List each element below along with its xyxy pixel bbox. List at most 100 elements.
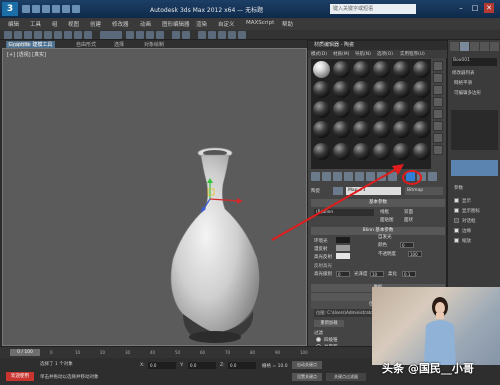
modifier-turbosmooth[interactable]: 网格平滑 xyxy=(454,80,472,86)
modifier-list-dropdown[interactable]: 修改器列表 xyxy=(452,70,475,76)
sample-type-icon[interactable] xyxy=(433,61,443,71)
get-material-icon[interactable] xyxy=(311,172,320,181)
move-icon[interactable] xyxy=(64,31,72,39)
ambient-swatch[interactable] xyxy=(336,237,350,243)
sample-slot[interactable] xyxy=(313,81,330,98)
menu-create[interactable]: 创建 xyxy=(90,20,101,28)
sample-slot[interactable] xyxy=(413,81,430,98)
sample-slot[interactable] xyxy=(333,61,350,78)
menu-graph-editors[interactable]: 图形编辑器 xyxy=(162,20,190,28)
maximize-button[interactable]: □ xyxy=(470,3,480,13)
sample-slot[interactable] xyxy=(333,143,350,160)
material-type-button[interactable]: Bitmap xyxy=(405,187,443,195)
self-illum-spinner[interactable]: 0 xyxy=(400,242,414,248)
sample-slot[interactable] xyxy=(393,81,410,98)
soften-spinner[interactable]: 0.1 xyxy=(402,271,416,277)
menu-animation[interactable]: 动画 xyxy=(140,20,151,28)
option-faceted[interactable]: 面状 xyxy=(404,217,413,223)
material-editor-icon[interactable] xyxy=(218,31,226,39)
gloss-spinner[interactable]: 10 xyxy=(370,271,384,277)
menu-edit[interactable]: 编辑 xyxy=(8,20,19,28)
filter-pyramidal-radio[interactable] xyxy=(316,337,321,342)
material-name-field[interactable]: Map #1 xyxy=(346,187,401,195)
spec-level-spinner[interactable]: 0 xyxy=(336,271,350,277)
tab-selection[interactable]: 选择 xyxy=(114,41,124,48)
reload-button[interactable]: 重新加载 xyxy=(314,320,344,327)
sample-slot[interactable] xyxy=(373,143,390,160)
put-to-scene-icon[interactable] xyxy=(322,172,331,181)
snap-icon[interactable] xyxy=(136,31,144,39)
hold-icon[interactable] xyxy=(72,5,80,13)
menu-help[interactable]: 帮助 xyxy=(282,20,293,28)
menu-modifiers[interactable]: 修改器 xyxy=(112,20,129,28)
create-tab-icon[interactable] xyxy=(450,42,459,51)
close-button[interactable]: ✕ xyxy=(484,3,494,13)
me-menu-options[interactable]: 选项(O) xyxy=(377,51,393,57)
me-menu-utilities[interactable]: 实用程序(U) xyxy=(400,51,425,57)
redo-tool-icon[interactable] xyxy=(14,31,22,39)
sample-slot[interactable] xyxy=(353,81,370,98)
time-slider[interactable]: 0 / 100 xyxy=(10,349,40,356)
video-color-check-icon[interactable] xyxy=(433,109,443,119)
menu-tools[interactable]: 工具 xyxy=(30,20,41,28)
background-icon[interactable] xyxy=(433,85,443,95)
sample-slot[interactable] xyxy=(373,101,390,118)
menu-customize[interactable]: 自定义 xyxy=(218,20,235,28)
select-icon[interactable] xyxy=(44,31,52,39)
z-coord-field[interactable]: 0.0 xyxy=(228,362,256,369)
checkbox-5[interactable] xyxy=(454,238,459,243)
sample-slot[interactable] xyxy=(353,61,370,78)
sample-slot[interactable] xyxy=(413,101,430,118)
menu-views[interactable]: 视图 xyxy=(68,20,79,28)
sample-slot[interactable] xyxy=(373,121,390,138)
sample-slot[interactable] xyxy=(313,61,330,78)
tab-object-paint[interactable]: 对象绘制 xyxy=(144,41,164,48)
reset-map-icon[interactable] xyxy=(344,172,353,181)
redo-icon[interactable] xyxy=(62,5,70,13)
link-icon[interactable] xyxy=(24,31,32,39)
go-to-parent-icon[interactable] xyxy=(428,172,437,181)
shader-dropdown[interactable]: (B)Blinn xyxy=(314,209,374,216)
make-unique-icon[interactable] xyxy=(366,172,375,181)
sample-slot[interactable] xyxy=(353,121,370,138)
menu-group[interactable]: 组 xyxy=(52,20,58,28)
viewport-label[interactable]: [+] [透视] [真实] xyxy=(7,51,46,58)
app-logo-icon[interactable]: 3 xyxy=(2,2,18,16)
sample-slot[interactable] xyxy=(373,81,390,98)
modifier-stack[interactable] xyxy=(451,110,498,150)
search-input[interactable]: 键入关键字或短语 xyxy=(330,4,416,14)
menu-rendering[interactable]: 渲染 xyxy=(196,20,207,28)
schematic-view-icon[interactable] xyxy=(208,31,216,39)
sample-slot[interactable] xyxy=(393,61,410,78)
sample-slot[interactable] xyxy=(333,81,350,98)
put-to-library-icon[interactable] xyxy=(377,172,386,181)
display-tab-icon[interactable] xyxy=(490,42,499,51)
render-icon[interactable] xyxy=(238,31,246,39)
sample-slot[interactable] xyxy=(313,121,330,138)
reference-coord-dropdown[interactable] xyxy=(100,31,122,39)
uv-tiling-icon[interactable] xyxy=(433,97,443,107)
key-filters-button[interactable]: 关键点过滤器 xyxy=(326,373,366,381)
open-file-icon[interactable] xyxy=(32,5,40,13)
option-face-map[interactable]: 面贴图 xyxy=(380,217,394,223)
sample-slot[interactable] xyxy=(313,101,330,118)
sample-slot[interactable] xyxy=(373,61,390,78)
modifier-stack-selected[interactable] xyxy=(451,160,498,176)
scale-icon[interactable] xyxy=(84,31,92,39)
transform-gizmo-icon[interactable] xyxy=(200,177,244,215)
checkbox-1[interactable] xyxy=(454,198,459,203)
tab-freeform[interactable]: 自由形式 xyxy=(76,41,96,48)
make-copy-icon[interactable] xyxy=(355,172,364,181)
hierarchy-tab-icon[interactable] xyxy=(470,42,479,51)
sample-slot[interactable] xyxy=(313,143,330,160)
render-setup-icon[interactable] xyxy=(228,31,236,39)
undo-tool-icon[interactable] xyxy=(4,31,12,39)
material-id-icon[interactable] xyxy=(388,172,397,181)
auto-key-button[interactable]: 自动关键点 xyxy=(292,361,322,369)
option-2sided[interactable]: 双面 xyxy=(404,209,413,215)
select-region-icon[interactable] xyxy=(54,31,62,39)
modify-tab-icon[interactable] xyxy=(460,42,469,51)
assign-to-selection-icon[interactable] xyxy=(333,172,342,181)
options-icon[interactable] xyxy=(433,133,443,143)
perspective-viewport[interactable]: 多边形建模 [+] [透视] [真实] xyxy=(2,43,307,346)
